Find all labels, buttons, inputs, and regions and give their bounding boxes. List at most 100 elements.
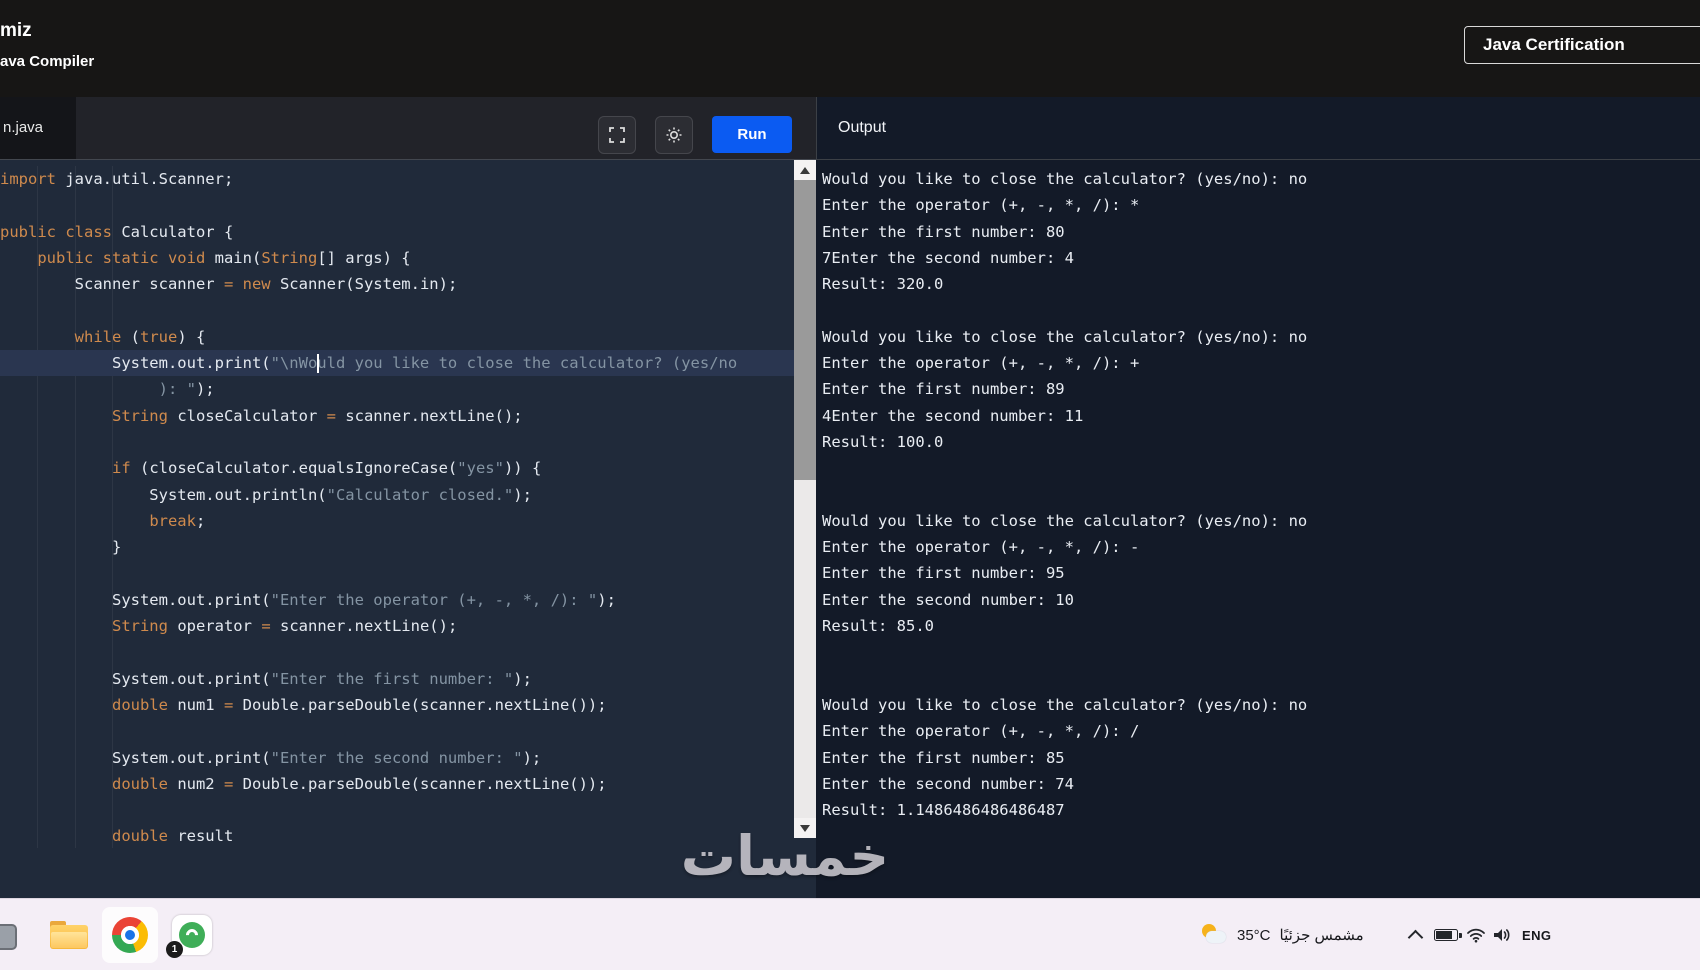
code-line: if (closeCalculator.equalsIgnoreCase("ye… (111, 459, 542, 478)
notification-badge: 1 (166, 941, 183, 958)
output-line: Enter the second number: 74 (822, 774, 1074, 793)
code-line: Scanner scanner = new Scanner(System.in)… (0, 275, 458, 294)
taskbar: 1 35°C مشمس جزئيًا ENG (0, 898, 1700, 970)
chat-app-button[interactable]: 1 (166, 915, 212, 958)
language-button[interactable]: ENG (1522, 899, 1551, 970)
cloud-shape (1206, 931, 1226, 943)
battery-indicator[interactable] (1434, 899, 1462, 970)
code-line: System.out.println("Calculator closed.")… (0, 485, 532, 504)
tray-chevron-button[interactable] (1407, 899, 1424, 970)
output-header: Output (816, 97, 1700, 160)
output-title: Output (838, 119, 887, 136)
chrome-icon (112, 917, 148, 953)
tab-bar: n.java Run (0, 97, 816, 160)
output-panel[interactable]: Would you like to close the calculator? … (816, 160, 1700, 898)
theme-toggle-button[interactable] (655, 116, 693, 154)
weather-condition: مشمس جزئيًا (1279, 927, 1364, 944)
fullscreen-icon (609, 127, 625, 143)
weather-widget[interactable]: 35°C مشمس جزئيًا (1200, 899, 1364, 970)
arrow-up-icon (800, 166, 810, 174)
code-line: } (0, 538, 122, 557)
output-line: Would you like to close the calculator? … (822, 170, 1308, 188)
brand-logo-partial: miz (0, 20, 32, 41)
code-editor[interactable]: import java.util.Scanner; public class C… (0, 160, 794, 898)
battery-fill (1436, 931, 1452, 939)
code-line: public static void main(String[] args) { (37, 248, 411, 267)
toolbar-row: n.java Run Output (0, 97, 1700, 160)
output-line: Result: 100.0 (822, 432, 944, 451)
output-line: Enter the first number: 89 (822, 380, 1065, 399)
cropped-pinned-app-icon[interactable] (0, 924, 17, 950)
tab-main-java[interactable]: n.java (0, 97, 76, 159)
output-line: Enter the operator (+, -, *, /): / (822, 722, 1140, 741)
output-line: Result: 85.0 (822, 617, 934, 636)
code-line: while (true) { (74, 327, 206, 346)
output-line: Enter the operator (+, -, *, /): - (822, 538, 1140, 557)
editor-scrollbar[interactable] (794, 160, 816, 838)
battery-icon (1434, 929, 1462, 941)
scrollbar-column (794, 160, 816, 898)
output-line: Enter the second number: 10 (822, 590, 1074, 609)
scroll-up-button[interactable] (794, 160, 816, 180)
code-line: System.out.print("\nWould you like to cl… (0, 350, 794, 377)
code-lines: import java.util.Scanner; public class C… (0, 166, 794, 848)
speaker-icon (1494, 929, 1510, 941)
folder-icon-front (51, 932, 87, 948)
output-line: Enter the operator (+, -, *, /): + (822, 354, 1140, 373)
volume-indicator[interactable] (1492, 899, 1511, 970)
chat-app-icon (179, 922, 205, 948)
run-button[interactable]: Run (712, 116, 792, 153)
text-caret (317, 354, 320, 374)
brand-subtitle-partial: ava Compiler (0, 53, 95, 70)
code-line: double num1 = Double.parseDouble(scanner… (111, 695, 607, 714)
output-line: Result: 320.0 (822, 275, 944, 294)
code-line: ): "); (0, 380, 215, 399)
output-line: 4Enter the second number: 11 (822, 406, 1084, 425)
main-split: import java.util.Scanner; public class C… (0, 160, 1700, 898)
code-line: String closeCalculator = scanner.nextLin… (111, 406, 523, 425)
partly-sunny-icon (1200, 924, 1228, 946)
output-line: Result: 1.1486486486486487 (822, 801, 1065, 820)
code-line: System.out.print("Enter the second numbe… (0, 748, 542, 767)
java-certification-button[interactable]: Java Certification (1464, 26, 1700, 64)
fullscreen-button[interactable] (598, 116, 636, 154)
code-line: System.out.print("Enter the operator (+,… (0, 590, 616, 609)
output-line: Would you like to close the calculator? … (822, 327, 1308, 346)
code-area: import java.util.Scanner; public class C… (0, 166, 794, 848)
wifi-icon (1467, 928, 1485, 943)
output-line: Enter the first number: 80 (822, 222, 1065, 241)
code-line: String operator = scanner.nextLine(); (111, 617, 458, 636)
output-line: Enter the first number: 85 (822, 748, 1065, 767)
chrome-button[interactable] (102, 907, 158, 963)
sun-icon (666, 127, 682, 143)
output-line: Enter the first number: 95 (822, 564, 1065, 583)
code-line: System.out.print("Enter the first number… (0, 669, 532, 688)
output-line: Enter the operator (+, -, *, /): * (822, 196, 1140, 215)
code-line: public class Calculator { (0, 222, 234, 241)
output-line: Would you like to close the calculator? … (822, 695, 1308, 714)
code-line: import java.util.Scanner; (0, 170, 234, 188)
site-header: miz ava Compiler Java Certification (0, 0, 1700, 97)
scrollbar-thumb[interactable] (794, 180, 816, 480)
screen: miz ava Compiler Java Certification n.ja… (0, 0, 1700, 970)
chevron-up-icon (1407, 929, 1424, 945)
weather-temp: 35°C (1237, 926, 1271, 944)
file-explorer-button[interactable] (50, 921, 88, 949)
code-line: double num2 = Double.parseDouble(scanner… (111, 774, 607, 793)
output-line: 7Enter the second number: 4 (822, 248, 1074, 267)
output-line: Would you like to close the calculator? … (822, 511, 1308, 530)
code-line: break; (149, 511, 206, 530)
output-lines: Would you like to close the calculator? … (822, 166, 1307, 823)
wifi-indicator[interactable] (1466, 899, 1486, 970)
